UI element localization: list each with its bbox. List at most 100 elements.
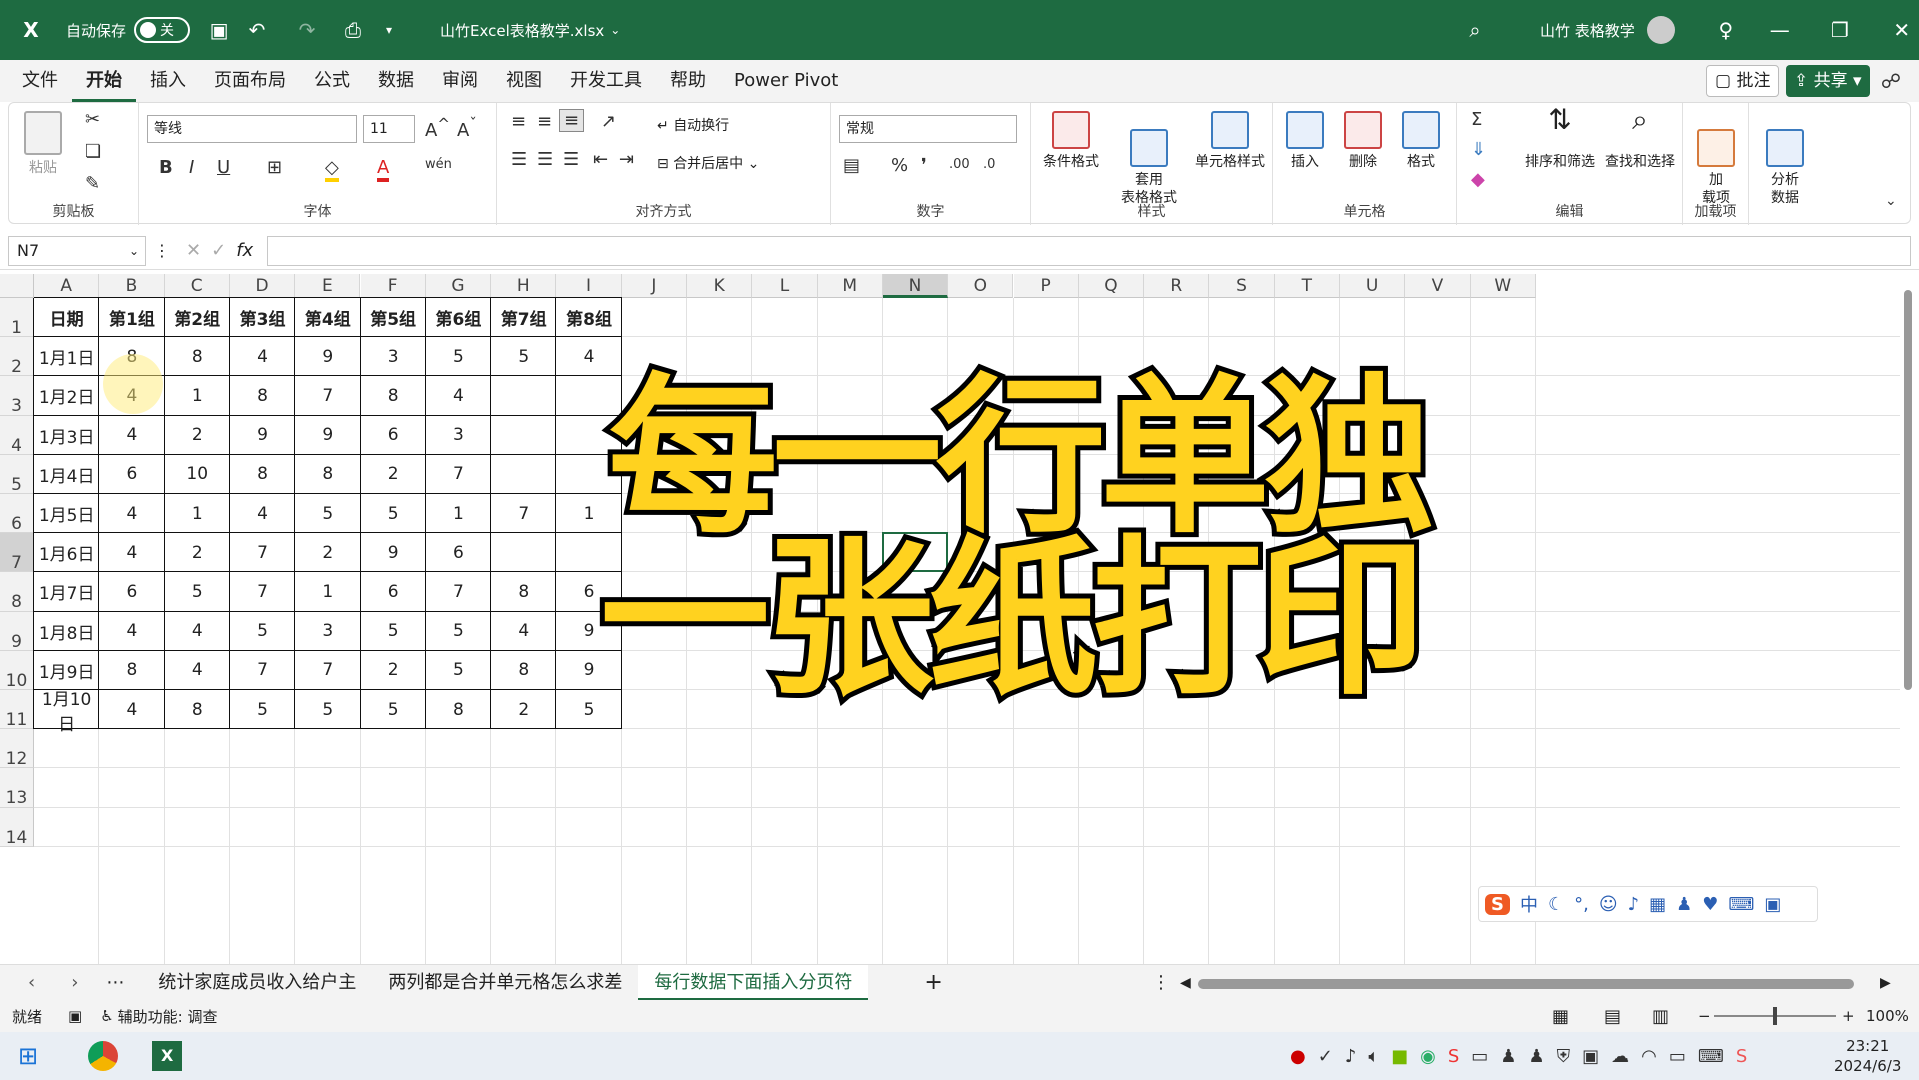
table-cell[interactable]: 4 bbox=[165, 612, 230, 651]
tab-home[interactable]: 开始 bbox=[72, 60, 136, 102]
column-header[interactable]: E bbox=[295, 274, 361, 298]
collapse-ribbon-icon[interactable]: ⌄ bbox=[1885, 193, 1897, 209]
table-cell[interactable]: 5 bbox=[361, 494, 426, 533]
zoom-out-icon[interactable]: − bbox=[1698, 1007, 1711, 1025]
scroll-right-icon[interactable]: ▶ bbox=[1880, 975, 1891, 991]
next-sheet-icon[interactable]: › bbox=[71, 972, 78, 993]
table-cell[interactable]: 5 bbox=[230, 690, 295, 729]
column-header[interactable]: M bbox=[817, 274, 883, 298]
table-cell[interactable]: 4 bbox=[165, 651, 230, 690]
minimize-icon[interactable]: — bbox=[1765, 15, 1795, 45]
save-icon[interactable]: ▣ bbox=[204, 15, 234, 45]
accessibility-status[interactable]: 辅助功能: 调查 bbox=[118, 1006, 218, 1027]
align-center-icon[interactable]: ☰ bbox=[537, 149, 553, 170]
table-cell[interactable]: 3 bbox=[295, 612, 360, 651]
font-name-select[interactable]: 等线 bbox=[147, 115, 357, 143]
user-name[interactable]: 山竹 表格教学 bbox=[1540, 20, 1635, 41]
user-icon[interactable]: ♟ bbox=[1676, 894, 1692, 915]
table-header-cell[interactable]: 第8组 bbox=[556, 298, 621, 337]
column-header[interactable]: J bbox=[621, 274, 687, 298]
zoom-level[interactable]: 100% bbox=[1866, 1007, 1909, 1025]
column-header[interactable]: R bbox=[1144, 274, 1210, 298]
table-cell[interactable]: 1月5日 bbox=[34, 494, 99, 533]
table-cell[interactable]: 1月3日 bbox=[34, 416, 99, 455]
enter-icon[interactable]: ✓ bbox=[211, 240, 226, 261]
table-cell[interactable]: 1月4日 bbox=[34, 455, 99, 494]
table-cell[interactable]: 8 bbox=[491, 651, 556, 690]
zoom-in-icon[interactable]: + bbox=[1842, 1007, 1855, 1025]
table-cell[interactable]: 4 bbox=[230, 494, 295, 533]
table-cell[interactable]: 4 bbox=[99, 612, 164, 651]
table-cell[interactable]: 2 bbox=[491, 690, 556, 729]
table-cell[interactable]: 8 bbox=[491, 572, 556, 611]
align-middle-icon[interactable]: ≡ bbox=[537, 111, 552, 132]
column-header[interactable]: I bbox=[556, 274, 622, 298]
table-cell[interactable]: 8 bbox=[165, 690, 230, 729]
autosave-toggle[interactable]: 关 bbox=[134, 17, 191, 43]
tab-page-layout[interactable]: 页面布局 bbox=[200, 60, 300, 102]
tab-power-pivot[interactable]: Power Pivot bbox=[720, 60, 852, 102]
table-cell[interactable]: 4 bbox=[99, 533, 164, 572]
column-header[interactable]: Q bbox=[1078, 274, 1145, 298]
table-cell[interactable]: 4 bbox=[426, 376, 491, 415]
column-header[interactable]: O bbox=[948, 274, 1014, 298]
sogou-tray-icon[interactable]: S bbox=[1448, 1046, 1459, 1067]
table-cell[interactable]: 4 bbox=[99, 690, 164, 729]
table-cell[interactable]: 3 bbox=[361, 337, 426, 376]
restore-icon[interactable]: ❐ bbox=[1825, 15, 1855, 45]
scroll-left-icon[interactable]: ◀ bbox=[1180, 975, 1191, 991]
decrease-font-icon[interactable]: Aˇ bbox=[457, 115, 477, 141]
fill-color-icon[interactable]: ◇ bbox=[325, 157, 339, 182]
table-cell[interactable]: 6 bbox=[99, 455, 164, 494]
ime-mode[interactable]: 中 bbox=[1520, 891, 1538, 917]
increase-font-icon[interactable]: A^ bbox=[425, 115, 450, 141]
toolbox-icon[interactable]: ▣ bbox=[1764, 894, 1781, 915]
more-sheets-icon[interactable]: ⋯ bbox=[106, 972, 124, 993]
table-cell[interactable]: 4 bbox=[491, 612, 556, 651]
table-cell[interactable]: 8 bbox=[361, 376, 426, 415]
clock[interactable]: 23:21 2024/6/3 bbox=[1834, 1036, 1901, 1076]
row-header[interactable]: 4 bbox=[0, 415, 34, 456]
row-header[interactable]: 1 bbox=[0, 298, 34, 338]
search-icon[interactable]: ⌕ bbox=[1460, 15, 1490, 45]
tab-review[interactable]: 审阅 bbox=[428, 60, 492, 102]
row-header[interactable]: 7 bbox=[0, 533, 34, 573]
column-header[interactable]: V bbox=[1405, 274, 1471, 298]
column-header[interactable]: A bbox=[34, 274, 100, 298]
record-icon[interactable]: ● bbox=[1290, 1046, 1306, 1067]
close-icon[interactable]: ✕ bbox=[1887, 15, 1917, 45]
row-header[interactable]: 3 bbox=[0, 376, 34, 416]
table-cell[interactable]: 7 bbox=[295, 376, 360, 415]
table-cell[interactable]: 9 bbox=[295, 416, 360, 455]
table-cell[interactable]: 2 bbox=[361, 455, 426, 494]
page-layout-view-icon[interactable]: ▤ bbox=[1604, 1006, 1621, 1027]
display-icon[interactable]: ▣ bbox=[1582, 1046, 1599, 1067]
table-cell[interactable]: 7 bbox=[426, 572, 491, 611]
row-header[interactable]: 6 bbox=[0, 494, 34, 534]
format-painter-icon[interactable]: ✎ bbox=[85, 173, 100, 194]
column-header[interactable]: P bbox=[1013, 274, 1079, 298]
column-header[interactable]: G bbox=[425, 274, 492, 298]
clear-icon[interactable]: ◆ bbox=[1471, 169, 1485, 190]
more-icon[interactable]: ⋮ bbox=[154, 241, 170, 260]
table-cell[interactable]: 2 bbox=[165, 416, 230, 455]
table-cell[interactable]: 8 bbox=[230, 376, 295, 415]
nvidia-icon[interactable]: ■ bbox=[1391, 1046, 1408, 1067]
table-cell[interactable]: 9 bbox=[230, 416, 295, 455]
table-cell[interactable]: 1月7日 bbox=[34, 572, 99, 611]
table-cell[interactable]: 5 bbox=[426, 612, 491, 651]
align-right-icon[interactable]: ☰ bbox=[563, 149, 579, 170]
qq2-icon[interactable]: ♟ bbox=[1528, 1046, 1544, 1067]
table-header-cell[interactable]: 第7组 bbox=[491, 298, 556, 337]
table-cell[interactable]: 2 bbox=[165, 533, 230, 572]
table-cell[interactable]: 7 bbox=[230, 572, 295, 611]
align-left-icon[interactable]: ☰ bbox=[511, 149, 527, 170]
table-cell[interactable]: 1月6日 bbox=[34, 533, 99, 572]
table-cell[interactable]: 8 bbox=[165, 337, 230, 376]
find-select-button[interactable]: ⌕ 查找和选择 bbox=[1599, 106, 1681, 171]
table-cell[interactable]: 7 bbox=[295, 651, 360, 690]
qq-icon[interactable]: ♟ bbox=[1500, 1046, 1516, 1067]
font-color-icon[interactable]: A bbox=[377, 157, 390, 182]
sheet-tab[interactable]: 两列都是合并单元格怎么求差 bbox=[372, 965, 638, 1001]
insert-function-icon[interactable]: fx bbox=[236, 240, 253, 261]
